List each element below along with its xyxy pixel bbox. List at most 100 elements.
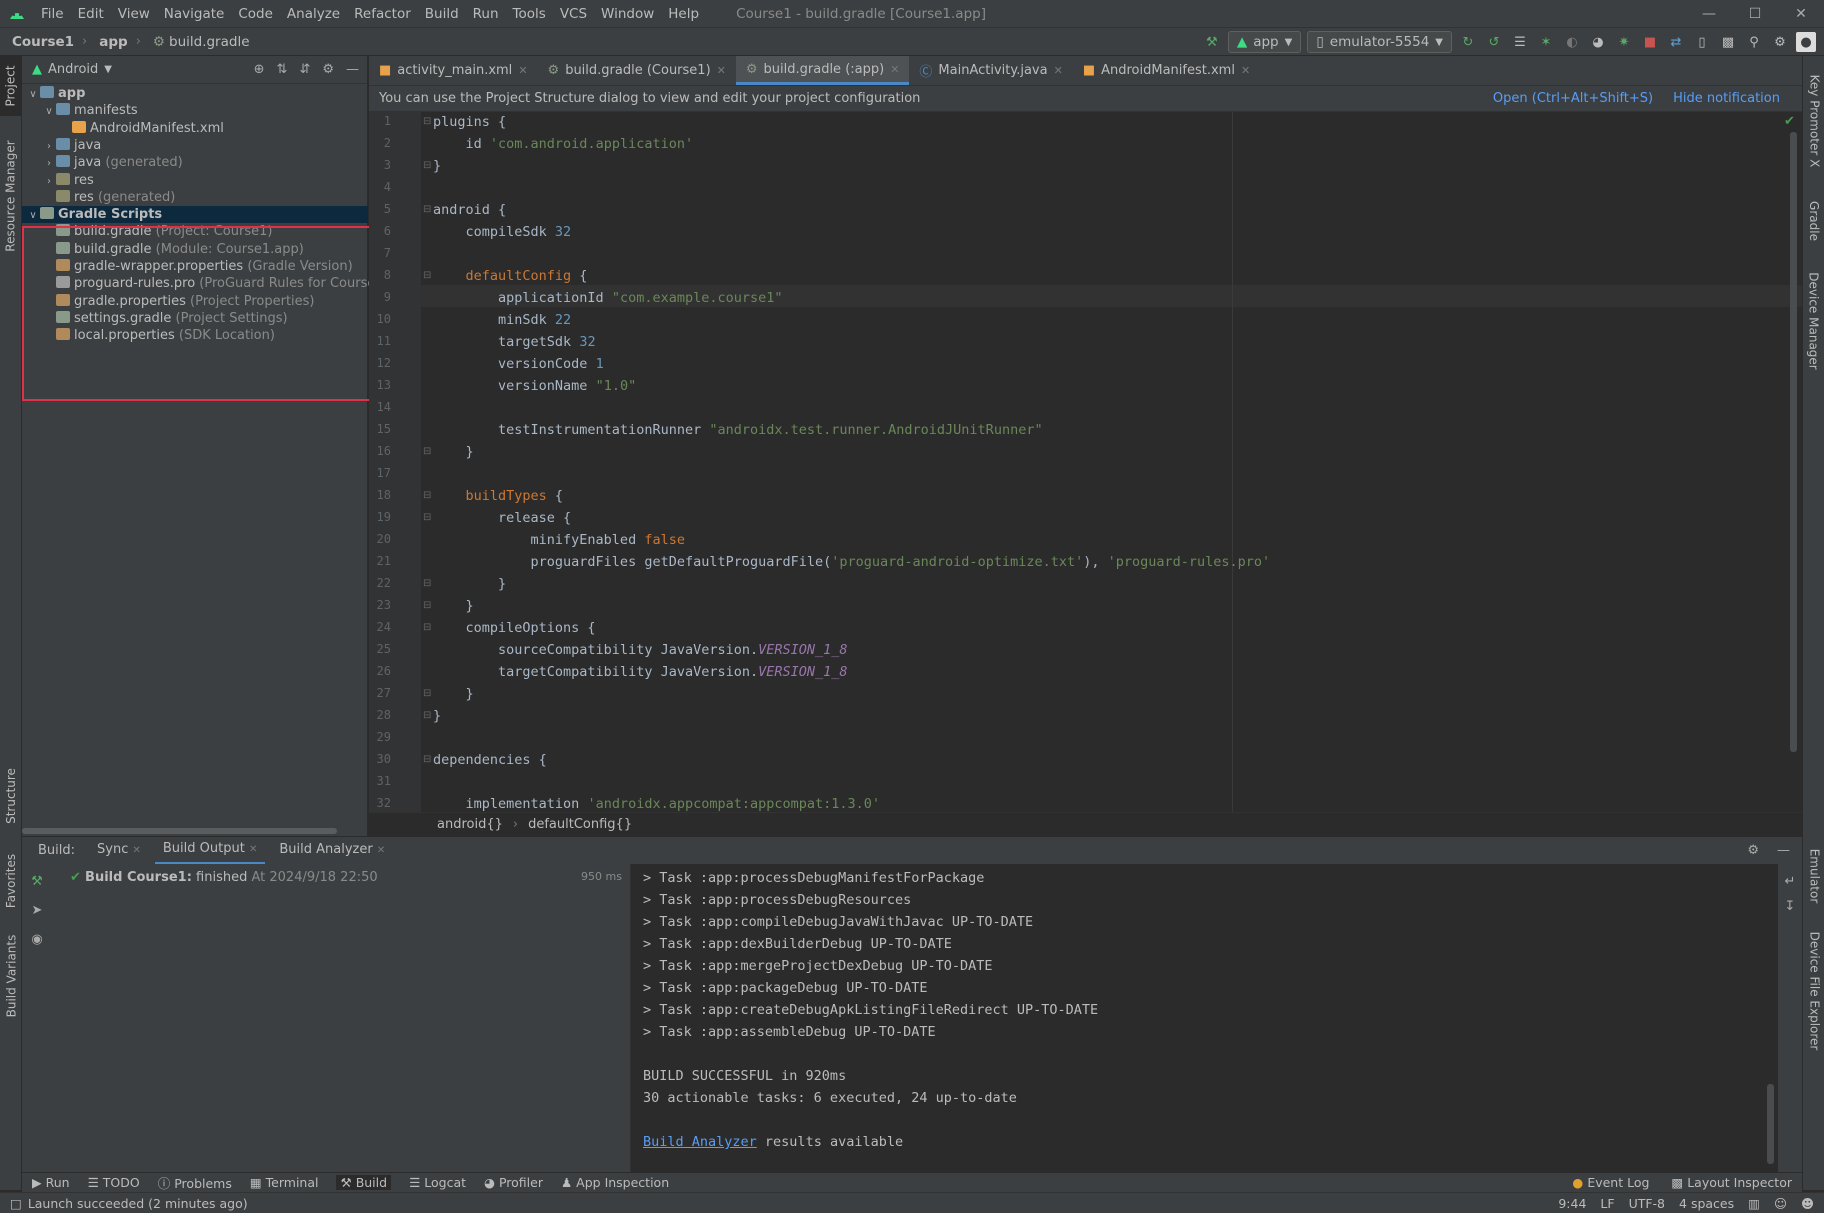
build-status-row[interactable]: ✔ Build Course1: finished At 2024/9/18 2… xyxy=(70,868,378,888)
fold-icon[interactable]: ⊟ xyxy=(423,490,433,501)
menu-file[interactable]: File xyxy=(34,0,71,28)
menu-run[interactable]: Run xyxy=(466,0,506,28)
close-icon[interactable]: ✕ xyxy=(1778,0,1824,28)
hide-icon[interactable]: — xyxy=(346,62,359,77)
close-icon[interactable]: ✕ xyxy=(1054,64,1063,77)
tree-item[interactable]: › java (generated) xyxy=(22,154,368,171)
device-manager-icon[interactable]: ▯ xyxy=(1692,32,1712,52)
editor-tab[interactable]: ■ activity_main.xml ✕ xyxy=(369,56,538,85)
apply-changes-icon[interactable]: ↺ xyxy=(1484,32,1504,52)
close-icon[interactable]: ✕ xyxy=(717,64,726,77)
tool-tab-project[interactable]: Project xyxy=(0,56,22,116)
tree-item[interactable]: › java xyxy=(22,137,368,154)
menu-build[interactable]: Build xyxy=(418,0,466,28)
menu-analyze[interactable]: Analyze xyxy=(280,0,347,28)
tool-logcat[interactable]: ☰ Logcat xyxy=(409,1175,466,1190)
tree-item[interactable]: build.gradle (Project: Course1) xyxy=(22,223,368,240)
collapse-all-icon[interactable]: ⇵ xyxy=(299,62,310,77)
breadcrumb-defaultconfig[interactable]: defaultConfig{} xyxy=(528,817,632,832)
tool-tab-emulator[interactable]: Emulator xyxy=(1803,836,1824,916)
breadcrumb-project[interactable]: Course1 xyxy=(0,34,74,50)
menu-vcs[interactable]: VCS xyxy=(553,0,594,28)
build-analyzer-link[interactable]: Build Analyzer xyxy=(643,1134,757,1150)
close-icon[interactable]: ✕ xyxy=(518,64,527,77)
run-config-select[interactable]: ▲ app ▼ xyxy=(1227,31,1302,53)
search-icon[interactable]: ⚲ xyxy=(1744,32,1764,52)
fold-icon[interactable]: ⊟ xyxy=(423,204,433,215)
tool-tab-favorites[interactable]: Favorites xyxy=(0,846,22,916)
rerun-icon[interactable]: ↻ xyxy=(1458,32,1478,52)
menu-tools[interactable]: Tools xyxy=(506,0,553,28)
fold-icon[interactable]: ⊟ xyxy=(423,512,433,523)
build-output-console[interactable]: > Task :app:processDebugManifestForPacka… xyxy=(630,864,1778,1172)
tree-item[interactable]: ∨ manifests xyxy=(22,102,368,119)
smiley-icon[interactable]: ☺ xyxy=(1774,1196,1787,1211)
fold-icon[interactable]: ⊟ xyxy=(423,578,433,589)
sdk-manager-icon[interactable]: ▩ xyxy=(1718,32,1738,52)
tree-item[interactable]: proguard-rules.pro (ProGuard Rules for C… xyxy=(22,275,384,292)
tree-item[interactable]: build.gradle (Module: Course1.app) xyxy=(22,241,368,258)
tree-item[interactable]: settings.gradle (Project Settings) xyxy=(22,310,368,327)
editor-tab[interactable]: Ⓒ MainActivity.java ✕ xyxy=(909,56,1072,85)
tool-todo[interactable]: ☰ TODO xyxy=(88,1175,140,1190)
status-toggle-icon[interactable]: □ xyxy=(10,1196,22,1211)
fold-icon[interactable]: ⊟ xyxy=(423,270,433,281)
vertical-scrollbar[interactable] xyxy=(1790,132,1797,752)
tool-layout-inspector[interactable]: ▩ Layout Inspector xyxy=(1671,1175,1792,1190)
scroll-to-end-icon[interactable]: ↧ xyxy=(1785,899,1796,914)
close-icon[interactable]: ✕ xyxy=(1241,64,1250,77)
hide-notification-link[interactable]: Hide notification xyxy=(1673,91,1780,106)
gear-icon[interactable]: ⚙ xyxy=(1747,843,1759,858)
horizontal-scrollbar[interactable] xyxy=(22,828,337,834)
fold-icon[interactable]: ⊟ xyxy=(423,160,433,171)
pin-icon[interactable]: ➤ xyxy=(32,903,43,918)
maximize-icon[interactable]: ☐ xyxy=(1732,0,1778,28)
eye-icon[interactable]: ◉ xyxy=(31,932,42,947)
close-icon[interactable]: ✕ xyxy=(377,845,385,856)
line-separator[interactable]: LF xyxy=(1600,1196,1614,1211)
fold-icon[interactable]: ⊟ xyxy=(423,754,433,765)
tab-build-output[interactable]: Build Output ✕ xyxy=(154,836,266,865)
chevron-down-icon[interactable]: ▼ xyxy=(104,64,112,75)
fold-icon[interactable]: ⊟ xyxy=(423,688,433,699)
attach-debugger-icon[interactable]: ✷ xyxy=(1614,32,1634,52)
expand-all-icon[interactable]: ⇅ xyxy=(277,62,288,77)
editor-tab[interactable]: ⚙ build.gradle (Course1) ✕ xyxy=(538,56,736,85)
tree-item[interactable]: AndroidManifest.xml xyxy=(22,120,368,137)
menu-view[interactable]: View xyxy=(111,0,157,28)
tree-item[interactable]: local.properties (SDK Location) xyxy=(22,327,368,344)
caret-position[interactable]: 9:44 xyxy=(1558,1196,1586,1211)
breadcrumb-android[interactable]: android{} xyxy=(437,817,503,832)
chevron-right-icon[interactable]: › xyxy=(42,138,56,155)
lock-icon[interactable]: ▥ xyxy=(1748,1196,1760,1211)
soft-wrap-icon[interactable]: ↵ xyxy=(1785,874,1796,889)
console-scrollbar[interactable] xyxy=(1767,1084,1774,1164)
debug-icon[interactable]: ✶ xyxy=(1536,32,1556,52)
menu-refactor[interactable]: Refactor xyxy=(347,0,418,28)
chevron-right-icon[interactable]: › xyxy=(42,155,56,172)
tool-profiler[interactable]: ◕ Profiler xyxy=(484,1175,543,1190)
stop-icon[interactable]: ■ xyxy=(1640,32,1660,52)
tool-tab-gradle[interactable]: Gradle xyxy=(1803,186,1824,256)
tool-problems[interactable]: ⓘ Problems xyxy=(158,1173,232,1192)
tree-item[interactable]: gradle-wrapper.properties (Gradle Versio… xyxy=(22,258,368,275)
tree-item[interactable]: res (generated) xyxy=(22,189,368,206)
tree-item[interactable]: ∨ Gradle Scripts xyxy=(22,206,368,224)
tool-tab-structure[interactable]: Structure xyxy=(0,761,22,831)
minimize-icon[interactable]: — xyxy=(1686,0,1732,28)
indent-setting[interactable]: 4 spaces xyxy=(1679,1196,1734,1211)
status-message[interactable]: Launch succeeded (2 minutes ago) xyxy=(28,1196,248,1211)
fold-icon[interactable]: ⊟ xyxy=(423,446,433,457)
menu-edit[interactable]: Edit xyxy=(71,0,111,28)
smiley-icon[interactable]: ☻ xyxy=(1801,1196,1814,1211)
breadcrumb-module[interactable]: app xyxy=(87,34,127,50)
tool-tab-build-variants[interactable]: Build Variants xyxy=(0,926,22,1026)
code-editor[interactable]: 1 2 3 4 5 6 7 8 9 10 11 12 13 14 15 16 17 18 19 20 21 22 23 24 2… xyxy=(369,112,1802,812)
chevron-down-icon[interactable]: ∨ xyxy=(26,86,40,103)
tool-app-inspection[interactable]: ♟ App Inspection xyxy=(561,1175,669,1190)
profile-icon[interactable]: ◕ xyxy=(1588,32,1608,52)
close-icon[interactable]: ✕ xyxy=(133,845,141,856)
gear-icon[interactable]: ⚙ xyxy=(1770,32,1790,52)
open-project-structure-link[interactable]: Open (Ctrl+Alt+Shift+S) xyxy=(1493,91,1653,106)
fold-icon[interactable]: ⊟ xyxy=(423,710,433,721)
